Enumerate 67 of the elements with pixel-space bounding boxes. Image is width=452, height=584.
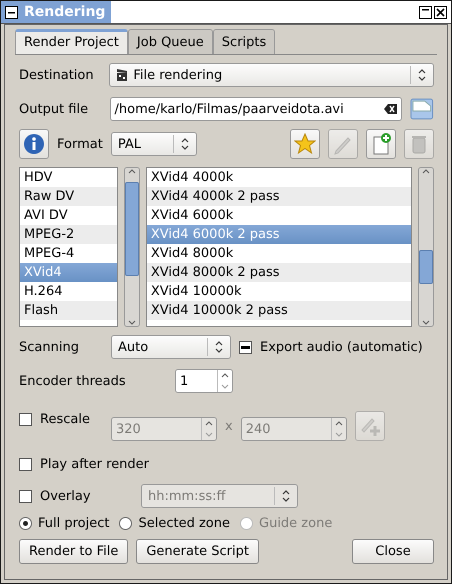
scrollbar-thumb[interactable]: [419, 250, 433, 284]
list-item[interactable]: Raw DV: [20, 187, 118, 206]
tab[interactable]: Scripts: [212, 29, 276, 54]
checkbox[interactable]: [239, 340, 252, 354]
checkbox-label: Overlay: [40, 488, 91, 504]
list-item[interactable]: HDV: [20, 168, 118, 187]
radio-label: Full project: [38, 516, 110, 531]
star-icon: [294, 133, 316, 155]
close-icon: [436, 8, 445, 16]
checkbox-label: Rescale: [40, 412, 90, 427]
number-spinbox[interactable]: 1: [175, 369, 233, 393]
clapperboard-icon: [116, 68, 128, 82]
dialog-button[interactable]: Render to File: [19, 539, 128, 564]
number-spinbox: 240: [240, 417, 347, 441]
list-item[interactable]: XVid4 10000k 2 pass: [146, 301, 412, 320]
dialog-button[interactable]: Close: [352, 539, 434, 564]
dropdown[interactable]: Auto: [111, 335, 231, 359]
field-label: Format: [57, 136, 103, 152]
number-spinbox: 320: [111, 417, 217, 441]
radio-button[interactable]: [119, 517, 132, 530]
checkbox[interactable]: [19, 458, 32, 471]
scrollbar[interactable]: [124, 167, 140, 327]
dropdown[interactable]: File rendering: [109, 63, 434, 87]
minimize-button[interactable]: [419, 6, 432, 18]
clear-icon[interactable]: [384, 104, 398, 114]
field-label: Destination: [19, 68, 95, 82]
field-label: Scanning: [19, 340, 80, 354]
list-item[interactable]: MPEG-4: [20, 244, 118, 263]
dialog-button[interactable]: Generate Script: [136, 539, 259, 564]
radio-button[interactable]: [19, 517, 32, 530]
window-title: Rendering: [24, 4, 106, 20]
info-button[interactable]: [19, 129, 49, 159]
list-item[interactable]: MPEG-2: [20, 225, 118, 244]
tab[interactable]: Job Queue: [128, 29, 213, 54]
list-item[interactable]: XVid4 4000k: [146, 168, 412, 187]
list-item[interactable]: XVid4 6000k: [146, 206, 412, 225]
checkbox-label: Export audio (automatic): [260, 340, 423, 354]
updown-icon: [215, 340, 223, 354]
dropdown[interactable]: PAL: [110, 132, 197, 156]
time-dropdown: hh:mm:ss:ff: [141, 484, 298, 508]
list-item[interactable]: XVid4 10000k: [146, 282, 412, 301]
updown-icon: [282, 489, 290, 503]
scrollbar-thumb[interactable]: [125, 182, 139, 276]
new-profile-button[interactable]: [366, 129, 396, 159]
radio-label: Guide zone: [259, 516, 332, 531]
field-label: Encoder threads: [19, 374, 127, 388]
folder-icon[interactable]: [410, 97, 434, 121]
updown-icon: [418, 68, 426, 82]
info-icon: [23, 133, 45, 155]
list-item[interactable]: AVI DV: [20, 206, 118, 225]
radio-label: Selected zone: [138, 516, 230, 531]
radio-dot-icon: [23, 521, 28, 526]
list-item[interactable]: H.264: [20, 282, 118, 301]
list-item[interactable]: XVid4 4000k 2 pass: [146, 187, 412, 206]
field-label: Output file: [19, 102, 90, 116]
window-menu-button[interactable]: [5, 6, 18, 18]
separator-label: x: [225, 419, 233, 434]
tab[interactable]: Render Project: [15, 29, 128, 54]
close-button[interactable]: [434, 6, 447, 18]
list-item[interactable]: XVid4 8000k: [146, 244, 412, 263]
scrollbar[interactable]: [418, 167, 434, 327]
list-item[interactable]: Flash: [20, 301, 118, 320]
checkbox-label: Play after render: [40, 457, 150, 472]
file-path-field[interactable]: /home/karlo/Filmas/paarveidota.avi: [110, 97, 402, 121]
updown-icon: [180, 137, 189, 151]
list-item[interactable]: XVid4 8000k 2 pass: [146, 263, 412, 282]
favorite-profile-button[interactable]: [290, 129, 320, 159]
